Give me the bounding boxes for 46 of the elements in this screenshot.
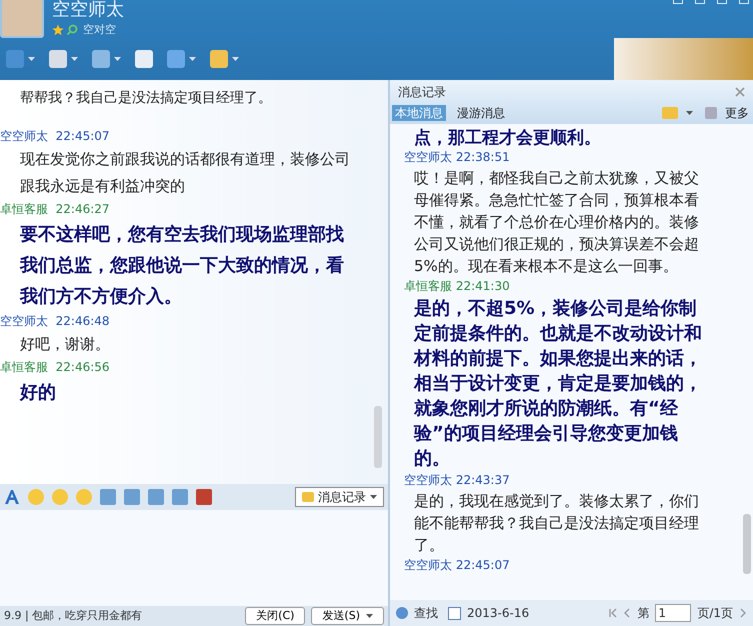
contact-signature: 空对空 xyxy=(83,22,116,38)
message-input[interactable] xyxy=(0,510,388,606)
status-text: 9.9 | 包邮，吃穿只用金都有 xyxy=(4,609,142,623)
message-text: 好的 xyxy=(18,381,57,405)
caret-icon xyxy=(189,57,196,61)
caret-icon xyxy=(114,57,121,61)
page-input[interactable]: 1 xyxy=(655,604,692,622)
sender-line: 空空师太 22:45:07 xyxy=(0,128,111,145)
sender-line: 空空师太 22:46:48 xyxy=(0,313,111,330)
send-button[interactable]: 发送(S) xyxy=(311,607,384,625)
caret-icon xyxy=(71,57,78,61)
panel-title: 消息记录 xyxy=(398,84,446,101)
search-button[interactable]: 查找 xyxy=(414,604,438,622)
history-button[interactable]: 消息记录 xyxy=(295,487,384,507)
message-text: 哎！是啊，都怪我自己之前太犹豫，又被父母催得紧。急急忙忙签了合同，预算根本看不懂，就看了个总价在心理价格内的。装修公司又说他们很正规的，预决算误差不会超5%的。现在看来根本不是这么一回事。 xyxy=(413,168,700,277)
message-text: 好吧，谢谢。 xyxy=(19,334,111,355)
star-icon xyxy=(52,24,64,36)
caret-icon xyxy=(370,495,377,499)
date-text: 2013-6-16 xyxy=(467,605,530,622)
font-icon[interactable] xyxy=(4,489,20,505)
sender-line: 空空师太 22:38:51 xyxy=(403,149,511,166)
message-text: 帮帮我？我自己是没法搞定项目经理了。 xyxy=(19,90,273,106)
page-total: 页/1页 xyxy=(697,605,733,622)
next-page-icon[interactable] xyxy=(739,608,747,618)
caret-icon xyxy=(232,57,239,61)
message-text: 现在发觉你之前跟我说的话都很有道理，装修公司跟我永远是有利益冲突的 xyxy=(19,149,351,197)
sender-line: 卓恒客服 22:46:27 xyxy=(0,201,111,218)
sender-line: 卓恒客服 22:46:56 xyxy=(0,359,111,376)
message-text: 是的，我现在感觉到了。装修太累了，你们能不能帮帮我？我自己是没法搞定项目经理了。 xyxy=(413,491,700,556)
avatar-placeholder xyxy=(0,0,44,38)
message-text: 点，那工程才会更顺利。 xyxy=(413,128,602,148)
previous-page-icon[interactable] xyxy=(623,608,632,618)
close-button[interactable]: 关闭(C) xyxy=(245,607,306,625)
more-button[interactable]: 更多 xyxy=(725,104,751,122)
message-text: 是的，不超5%，装修公司是给你制定前提条件的。也就是不改动设计和材料的前提下。如果您提出来的话，相当于设计变更，肯定是要加钱的，就象您刚才所说的防潮纸。有“经验”的项目经理会引导您变更加钱的。 xyxy=(412,297,703,471)
message-text: 要不这样吧，您有空去我们现场监理部找我们总监，您跟他说一下大致的情况，看我们方不方便介入。 xyxy=(18,223,345,309)
contact-name: 空空师太 xyxy=(52,0,124,20)
tab[interactable]: 漫游消息 xyxy=(454,105,508,121)
sender-line: 卓恒客服 22:41:30 xyxy=(403,278,511,295)
sender-line: 空空师太 22:43:37 xyxy=(403,472,511,489)
caret-icon xyxy=(686,111,693,115)
page-label: 第 xyxy=(637,605,650,622)
caret-icon xyxy=(366,614,373,618)
sender-line: 空空师太 22:45:07 xyxy=(403,557,511,574)
caret-icon xyxy=(28,57,35,61)
first-page-icon[interactable] xyxy=(609,608,618,618)
